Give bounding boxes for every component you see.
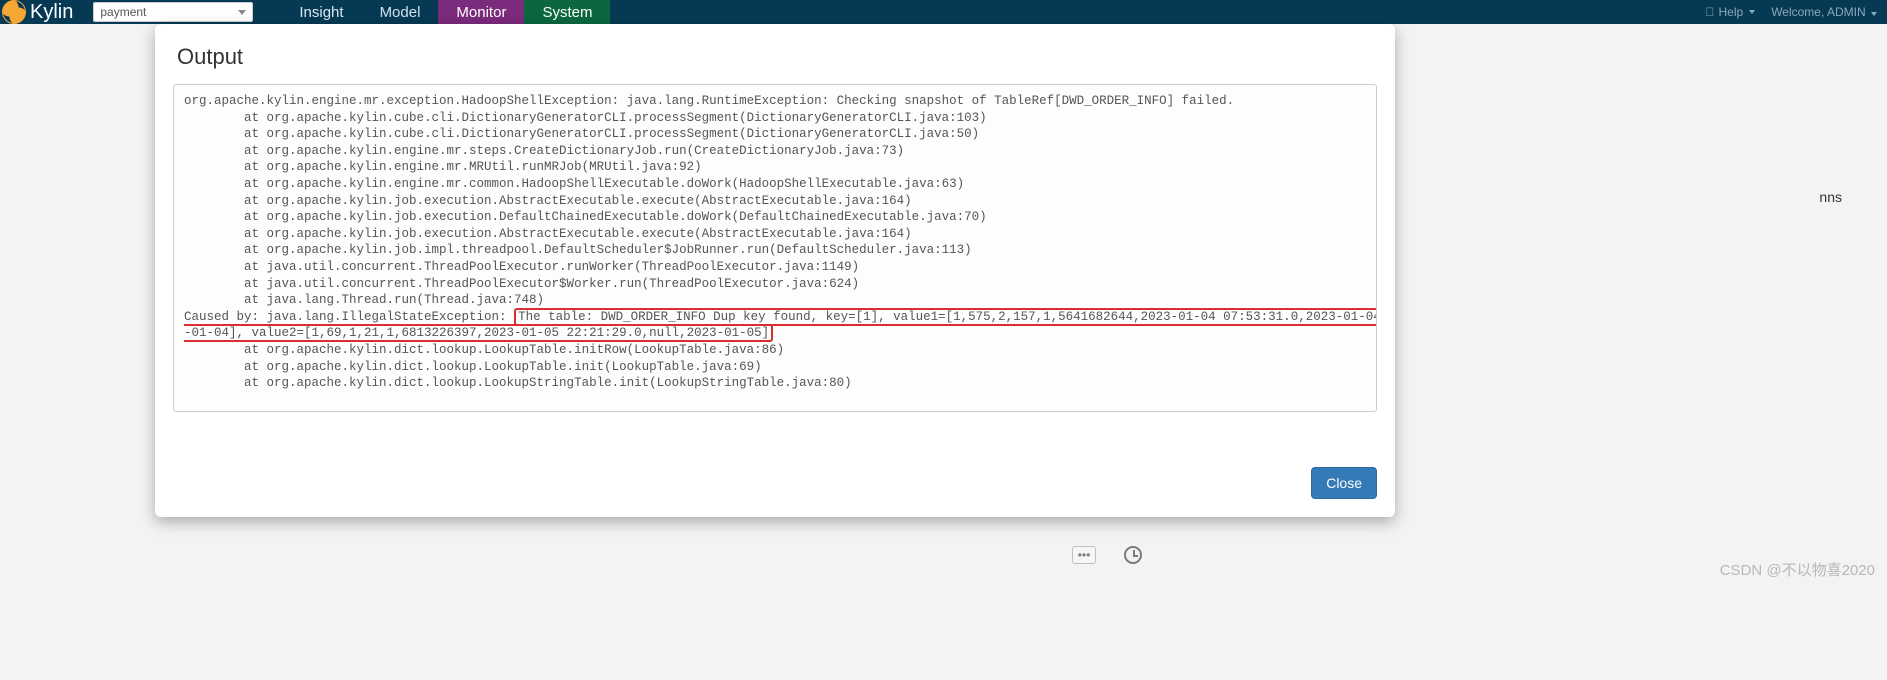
help-menu[interactable]: 􀍢 Help	[1706, 5, 1756, 19]
help-icon: 􀍢	[1706, 5, 1715, 19]
brand[interactable]: Kylin	[0, 0, 83, 24]
output-log: org.apache.kylin.engine.mr.exception.Had…	[184, 93, 1366, 392]
nav-item-model[interactable]: Model	[362, 0, 439, 24]
modal-footer: Close	[173, 467, 1377, 499]
chevron-down-icon	[1871, 12, 1877, 16]
output-textarea[interactable]: org.apache.kylin.engine.mr.exception.Had…	[173, 84, 1377, 412]
help-label: Help	[1719, 5, 1744, 19]
close-button[interactable]: Close	[1311, 467, 1377, 499]
nav-right: 􀍢 Help Welcome, ADMIN	[1706, 5, 1878, 19]
bottom-toolbar: •••	[1072, 546, 1142, 564]
user-menu[interactable]: Welcome, ADMIN	[1771, 5, 1877, 19]
project-select[interactable]: payment	[93, 2, 253, 22]
clock-icon[interactable]	[1124, 546, 1142, 564]
nav-item-label: Monitor	[456, 4, 506, 21]
nav-item-system[interactable]: System	[524, 0, 610, 24]
kylin-logo-icon	[2, 0, 26, 24]
welcome-label: Welcome, ADMIN	[1771, 5, 1865, 19]
nav-item-monitor[interactable]: Monitor	[438, 0, 524, 24]
watermark: CSDN @不以物喜2020	[1720, 559, 1875, 580]
brand-label: Kylin	[30, 1, 73, 24]
modal-title: Output	[173, 44, 1377, 70]
output-modal: Output org.apache.kylin.engine.mr.except…	[155, 24, 1395, 517]
nav-item-insight[interactable]: Insight	[281, 0, 361, 24]
navbar: Kylin payment Insight Model Monitor Syst…	[0, 0, 1887, 24]
nav-item-label: System	[542, 4, 592, 21]
output-scroll[interactable]: org.apache.kylin.engine.mr.exception.Had…	[174, 85, 1376, 411]
nav-items: Insight Model Monitor System	[281, 0, 610, 24]
chevron-down-icon	[1749, 10, 1755, 14]
log-before: org.apache.kylin.engine.mr.exception.Had…	[184, 94, 1234, 324]
nav-item-label: Insight	[299, 4, 343, 21]
ellipsis-icon[interactable]: •••	[1072, 546, 1096, 564]
log-after: at org.apache.kylin.dict.lookup.LookupTa…	[184, 343, 852, 390]
project-selected-value: payment	[100, 5, 146, 19]
chevron-down-icon	[238, 10, 246, 15]
nav-item-label: Model	[380, 4, 421, 21]
